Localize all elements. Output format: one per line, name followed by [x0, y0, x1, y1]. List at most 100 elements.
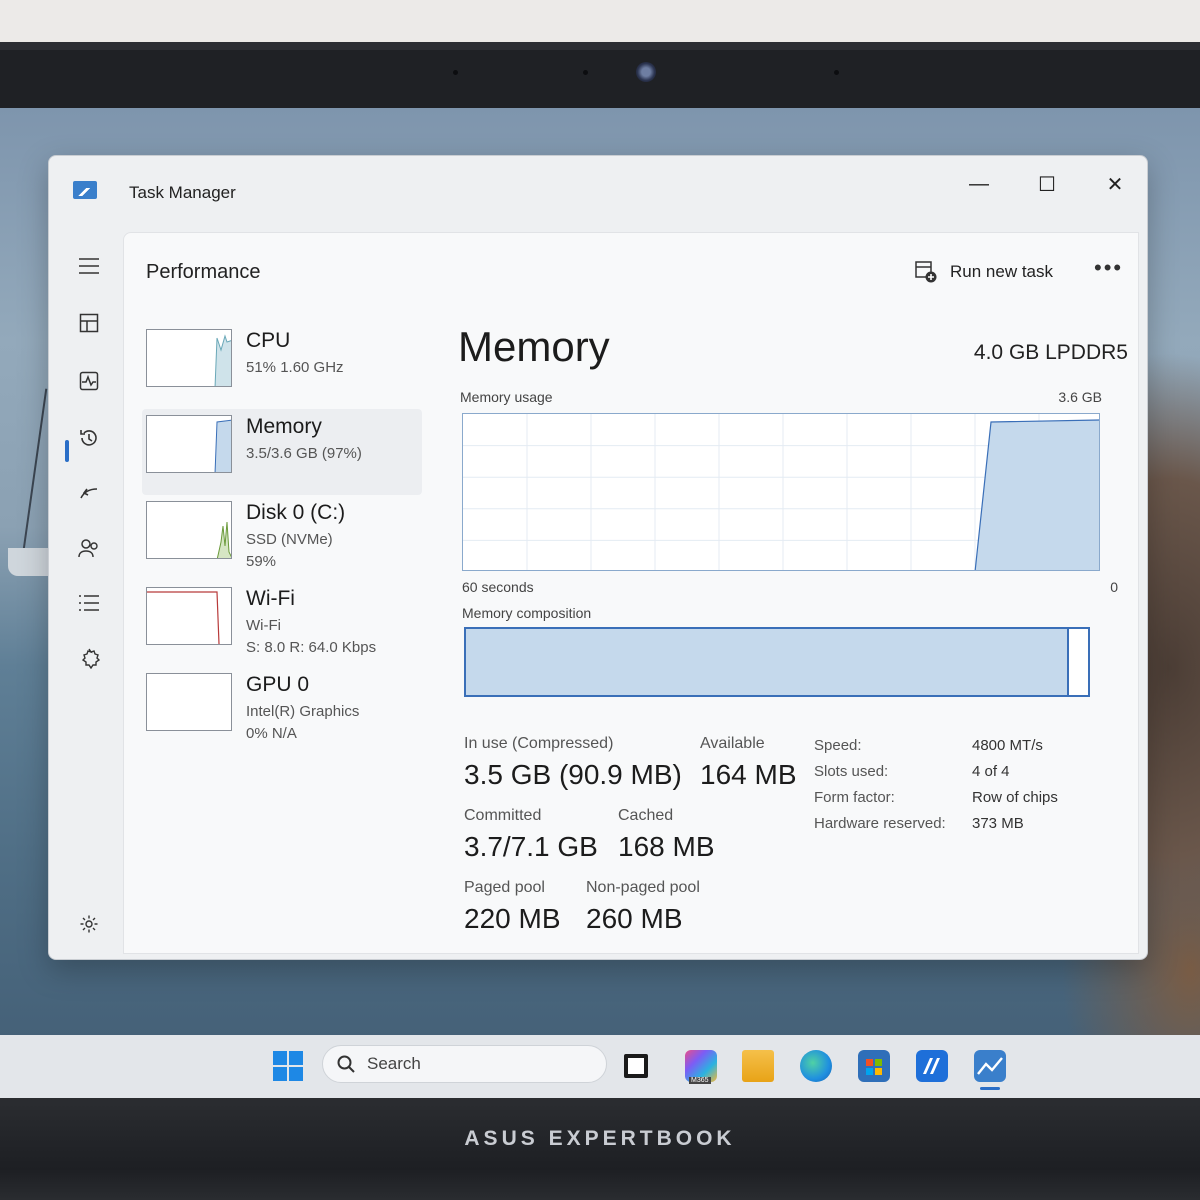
paged-pool-label: Paged pool — [464, 879, 545, 896]
disk-thumbnail-graph — [146, 501, 232, 559]
edge-browser-icon[interactable] — [800, 1050, 832, 1082]
task-manager-taskbar-icon[interactable] — [974, 1050, 1006, 1082]
committed-value: 3.7/7.1 GB — [464, 831, 598, 862]
file-explorer-icon[interactable] — [742, 1050, 774, 1082]
hamburger-menu-icon[interactable] — [69, 246, 109, 286]
task-view-icon[interactable] — [624, 1054, 648, 1078]
sensor-dot — [453, 70, 458, 75]
performance-icon[interactable] — [69, 361, 109, 401]
device-list: CPU 51% 1.60 GHz Memory 3.5/3.6 GB (97%) — [142, 323, 422, 753]
page-header: Performance Run new task ••• — [124, 233, 1138, 305]
memory-type: 4.0 GB LPDDR5 — [973, 341, 1128, 364]
device-detail: SSD (NVMe) — [246, 531, 333, 548]
users-icon[interactable] — [69, 528, 109, 568]
graph-x-right-label: 0 — [1110, 579, 1118, 595]
start-windows-icon[interactable] — [272, 1050, 304, 1082]
spec-slots-value: 4 of 4 — [972, 763, 1010, 780]
performance-page: Performance Run new task ••• CPU 51% 1.6… — [123, 232, 1139, 954]
m365-copilot-icon[interactable]: M365 — [685, 1050, 717, 1084]
search-placeholder: Search — [367, 1054, 421, 1073]
processes-icon[interactable] — [69, 303, 109, 343]
sidebar — [49, 226, 123, 961]
myasus-icon[interactable] — [916, 1050, 948, 1082]
memory-title: Memory — [458, 323, 610, 370]
laptop-brand-label: ASUS EXPERTBOOK — [464, 1127, 736, 1150]
memory-composition-label: Memory composition — [462, 605, 592, 621]
laptop-bezel-top — [0, 0, 1200, 110]
device-detail: 51% 1.60 GHz — [246, 359, 344, 376]
graph-x-left-label: 60 seconds — [462, 579, 534, 595]
spec-hw-reserved-label: Hardware reserved: — [814, 815, 946, 832]
device-detail: Wi-Fi — [246, 617, 281, 634]
search-icon — [337, 1055, 355, 1073]
gpu-thumbnail-graph — [146, 673, 232, 731]
memory-usage-label: Memory usage — [460, 389, 553, 405]
memory-composition-bar — [464, 627, 1090, 697]
device-detail: 0% N/A — [246, 725, 297, 742]
title-bar[interactable]: Task Manager — ☐ ✕ — [49, 156, 1147, 226]
device-name: CPU — [246, 329, 291, 352]
startup-apps-icon[interactable] — [69, 473, 109, 513]
device-memory[interactable]: Memory 3.5/3.6 GB (97%) — [142, 409, 422, 495]
committed-label: Committed — [464, 807, 542, 824]
spec-speed-value: 4800 MT/s — [972, 737, 1043, 754]
minimize-button[interactable]: — — [949, 164, 1009, 204]
device-wifi[interactable]: Wi-Fi Wi-Fi S: 8.0 R: 64.0 Kbps — [142, 581, 422, 667]
details-icon[interactable] — [69, 583, 109, 623]
run-new-task-icon — [915, 261, 937, 283]
settings-gear-icon[interactable] — [69, 904, 109, 944]
app-history-icon[interactable] — [69, 418, 109, 458]
cpu-thumbnail-graph — [146, 329, 232, 387]
memory-usage-max: 3.6 GB — [1058, 389, 1102, 405]
available-value: 164 MB — [700, 759, 797, 790]
taskbar: Search M365 — [0, 1035, 1200, 1098]
cached-label: Cached — [618, 807, 674, 824]
spec-form-factor-value: Row of chips — [972, 789, 1058, 806]
paged-pool-value: 220 MB — [464, 903, 561, 934]
in-use-label: In use (Compressed) — [464, 735, 614, 752]
device-detail: S: 8.0 R: 64.0 Kbps — [246, 639, 377, 656]
device-name: Disk 0 (C:) — [246, 501, 346, 524]
more-options-button[interactable]: ••• — [1094, 255, 1123, 281]
sensor-dot — [583, 70, 588, 75]
services-icon[interactable] — [69, 638, 109, 678]
device-detail: Intel(R) Graphics — [246, 703, 360, 720]
device-gpu[interactable]: GPU 0 Intel(R) Graphics 0% N/A — [142, 667, 422, 753]
wallpaper-mast — [22, 388, 48, 550]
task-manager-window: Task Manager — ☐ ✕ Performance Run new t… — [48, 155, 1148, 960]
task-manager-icon — [73, 181, 97, 199]
device-detail: 59% — [246, 553, 277, 570]
webcam — [636, 62, 656, 82]
memory-in-use-segment — [466, 629, 1070, 695]
spec-speed-label: Speed: — [814, 737, 862, 754]
microsoft-store-icon[interactable] — [858, 1050, 890, 1082]
device-name: Memory — [246, 415, 322, 438]
memory-usage-area — [974, 419, 1099, 570]
device-cpu[interactable]: CPU 51% 1.60 GHz — [142, 323, 422, 409]
non-paged-pool-value: 260 MB — [586, 903, 683, 934]
wifi-thumbnail-graph — [146, 587, 232, 645]
window-title: Task Manager — [129, 183, 236, 202]
maximize-button[interactable]: ☐ — [1017, 164, 1077, 204]
memory-thumbnail-graph — [146, 415, 232, 473]
device-name: Wi-Fi — [246, 587, 295, 610]
in-use-value: 3.5 GB (90.9 MB) — [464, 759, 682, 790]
device-disk[interactable]: Disk 0 (C:) SSD (NVMe) 59% — [142, 495, 422, 581]
available-label: Available — [700, 735, 765, 752]
memory-usage-graph — [462, 413, 1100, 571]
device-detail: 3.5/3.6 GB (97%) — [246, 445, 362, 462]
spec-slots-label: Slots used: — [814, 763, 889, 780]
page-title: Performance — [146, 261, 261, 283]
run-new-task-label: Run new task — [950, 262, 1053, 281]
sensor-dot — [834, 70, 839, 75]
m365-label: M365 — [689, 1077, 711, 1084]
run-new-task-button[interactable]: Run new task — [914, 257, 1053, 287]
spec-hw-reserved-value: 373 MB — [972, 815, 1024, 832]
device-name: GPU 0 — [246, 673, 310, 696]
taskbar-search-box[interactable]: Search — [322, 1045, 607, 1083]
active-app-indicator — [980, 1087, 1000, 1090]
non-paged-pool-label: Non-paged pool — [586, 879, 700, 896]
cached-value: 168 MB — [618, 831, 715, 862]
close-button[interactable]: ✕ — [1085, 164, 1145, 204]
spec-form-factor-label: Form factor: — [814, 789, 895, 806]
